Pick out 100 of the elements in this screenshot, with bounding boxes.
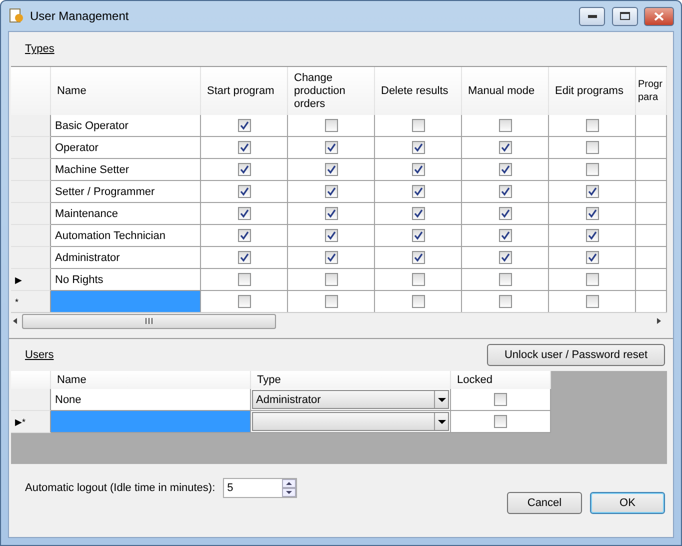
checkbox[interactable] <box>498 295 512 308</box>
maximize-button[interactable] <box>612 6 638 26</box>
checkbox[interactable] <box>324 119 338 132</box>
checkbox[interactable] <box>238 185 250 198</box>
table-cell[interactable] <box>636 137 667 159</box>
table-cell[interactable] <box>636 269 667 291</box>
type-dropdown[interactable] <box>252 412 449 431</box>
dialog-button[interactable]: OK <box>590 492 665 514</box>
row-header[interactable] <box>11 203 51 225</box>
checkbox[interactable] <box>498 273 512 286</box>
checkbox[interactable] <box>498 251 512 264</box>
checkbox[interactable] <box>324 185 338 198</box>
name-cell[interactable]: Automation Technician <box>51 225 201 247</box>
table-cell[interactable] <box>636 181 667 203</box>
name-cell[interactable]: None <box>51 389 251 411</box>
checkbox[interactable] <box>586 141 598 154</box>
table-cell[interactable] <box>636 203 667 225</box>
checkbox[interactable] <box>412 229 424 242</box>
checkbox[interactable] <box>238 295 250 308</box>
dialog-button[interactable]: Cancel <box>507 492 582 514</box>
scroll-left-icon[interactable] <box>11 317 19 325</box>
column-header[interactable]: Name <box>51 371 251 389</box>
checkbox[interactable] <box>324 273 338 286</box>
checkbox[interactable] <box>498 207 512 220</box>
row-header[interactable] <box>11 137 51 159</box>
column-header[interactable]: Type <box>251 371 451 389</box>
column-header[interactable]: Name <box>51 67 201 115</box>
name-cell[interactable] <box>51 411 251 433</box>
checkbox[interactable] <box>498 163 512 176</box>
checkbox[interactable] <box>494 415 507 428</box>
table-cell[interactable] <box>636 225 667 247</box>
checkbox[interactable] <box>586 295 598 308</box>
checkbox[interactable] <box>412 295 424 308</box>
checkbox[interactable] <box>412 251 424 264</box>
checkbox[interactable] <box>412 185 424 198</box>
checkbox[interactable] <box>238 273 250 286</box>
checkbox[interactable] <box>586 273 598 286</box>
checkbox[interactable] <box>586 185 598 198</box>
minimize-button[interactable] <box>579 6 605 26</box>
checkbox[interactable] <box>586 207 598 220</box>
checkbox[interactable] <box>238 119 250 132</box>
column-header[interactable]: Manual mode <box>462 67 549 115</box>
checkbox[interactable] <box>238 207 250 220</box>
checkbox[interactable] <box>412 163 424 176</box>
spinner-arrows-icon[interactable] <box>282 479 296 497</box>
column-header[interactable]: Start program <box>201 67 288 115</box>
name-cell[interactable]: Basic Operator <box>51 115 201 137</box>
checkbox[interactable] <box>324 207 338 220</box>
checkbox[interactable] <box>586 163 598 176</box>
row-header[interactable] <box>11 181 51 203</box>
checkbox[interactable] <box>412 207 424 220</box>
name-cell[interactable]: Operator <box>51 137 201 159</box>
name-cell[interactable]: Setter / Programmer <box>51 181 201 203</box>
checkbox[interactable] <box>412 119 424 132</box>
checkbox[interactable] <box>412 273 424 286</box>
checkbox[interactable] <box>324 163 338 176</box>
table-cell[interactable] <box>636 115 667 137</box>
checkbox[interactable] <box>238 141 250 154</box>
column-header[interactable]: Edit programs <box>549 67 636 115</box>
row-header[interactable]: ▶* <box>11 411 51 433</box>
name-cell[interactable] <box>51 291 201 312</box>
column-header[interactable]: Delete results <box>375 67 462 115</box>
name-cell[interactable]: Machine Setter <box>51 159 201 181</box>
close-button[interactable] <box>644 6 674 26</box>
row-header[interactable]: ▶ <box>11 269 51 291</box>
column-header[interactable]: Change production orders <box>288 67 375 115</box>
checkbox[interactable] <box>586 251 598 264</box>
row-header[interactable]: * <box>11 291 51 312</box>
checkbox[interactable] <box>238 229 250 242</box>
checkbox[interactable] <box>586 229 598 242</box>
idle-time-spinner[interactable]: 5 <box>223 478 298 498</box>
name-cell[interactable]: No Rights <box>51 269 201 291</box>
checkbox[interactable] <box>494 393 507 406</box>
table-cell[interactable] <box>636 159 667 181</box>
checkbox[interactable] <box>238 163 250 176</box>
unlock-button[interactable]: Unlock user / Password reset <box>487 344 665 366</box>
checkbox[interactable] <box>324 295 338 308</box>
row-header[interactable] <box>11 389 51 411</box>
checkbox[interactable] <box>498 185 512 198</box>
name-cell[interactable]: Administrator <box>51 247 201 269</box>
checkbox[interactable] <box>324 251 338 264</box>
column-header[interactable]: Progr para <box>636 67 667 115</box>
checkbox[interactable] <box>238 251 250 264</box>
type-dropdown[interactable]: Administrator <box>252 390 449 409</box>
row-header[interactable] <box>11 247 51 269</box>
row-header[interactable] <box>11 159 51 181</box>
checkbox[interactable] <box>324 229 338 242</box>
table-cell[interactable] <box>636 247 667 269</box>
checkbox[interactable] <box>586 119 598 132</box>
checkbox[interactable] <box>498 229 512 242</box>
scroll-right-icon[interactable] <box>655 317 663 325</box>
checkbox[interactable] <box>412 141 424 154</box>
scrollbar-thumb[interactable] <box>22 314 276 328</box>
row-header[interactable] <box>11 225 51 247</box>
checkbox[interactable] <box>498 141 512 154</box>
name-cell[interactable]: Maintenance <box>51 203 201 225</box>
checkbox[interactable] <box>324 141 338 154</box>
row-header[interactable] <box>11 115 51 137</box>
column-header[interactable]: Locked <box>451 371 551 389</box>
checkbox[interactable] <box>498 119 512 132</box>
